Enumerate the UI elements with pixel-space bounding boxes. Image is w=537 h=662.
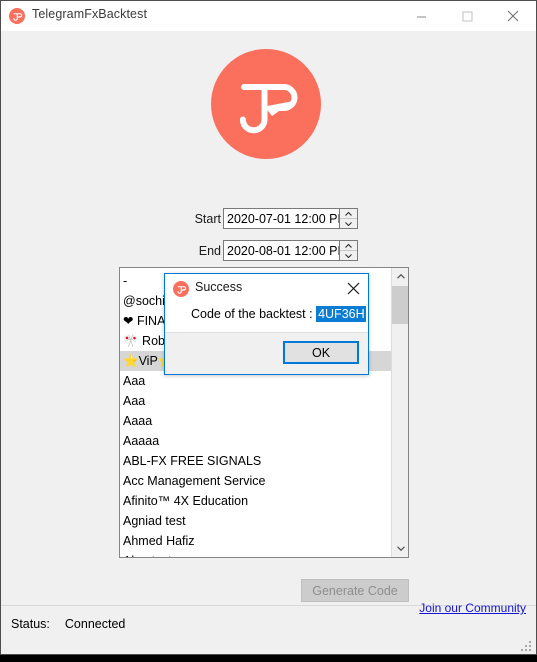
success-dialog: Success Code of the backtest : 4UF36H OK <box>164 273 369 375</box>
end-date-value: 2020-08-01 12:00 PM <box>227 244 339 258</box>
channel-list-scrollbar[interactable] <box>391 268 408 557</box>
chevron-down-icon[interactable] <box>340 251 357 260</box>
scroll-up-arrow-icon[interactable] <box>392 268 408 285</box>
chevron-up-icon[interactable] <box>340 209 357 219</box>
start-date-stepper[interactable] <box>339 209 357 228</box>
close-button[interactable] <box>490 1 536 31</box>
list-item[interactable]: Acc Management Service <box>120 471 391 491</box>
dialog-message: Code of the backtest : 4UF36H <box>191 306 366 322</box>
minimize-button[interactable] <box>398 1 444 31</box>
start-date-value: 2020-07-01 12:00 PM <box>227 212 339 226</box>
window-title: TelegramFxBacktest <box>32 7 148 21</box>
list-item[interactable]: Aaa <box>120 391 391 411</box>
app-logo-icon <box>9 8 25 24</box>
dialog-title: Success <box>195 280 243 294</box>
generate-code-button[interactable]: Generate Code <box>301 579 409 602</box>
scrollbar-thumb[interactable] <box>392 286 408 324</box>
dialog-ok-button[interactable]: OK <box>283 341 359 364</box>
list-item[interactable]: Aaaaa <box>120 431 391 451</box>
maximize-button[interactable] <box>444 1 490 31</box>
chevron-down-icon[interactable] <box>340 219 357 228</box>
list-item[interactable]: Ahmed Hafiz <box>120 531 391 551</box>
status-bar: Status: Connected Join our Community <box>1 601 536 654</box>
list-item[interactable]: Alan test <box>120 551 391 557</box>
dialog-close-button[interactable] <box>340 276 366 300</box>
status-text: Status: Connected <box>11 617 125 631</box>
dialog-titlebar: Success <box>165 274 368 303</box>
list-item[interactable]: Aaaa <box>120 411 391 431</box>
app-logo-icon <box>173 281 189 297</box>
brand-logo <box>211 49 321 159</box>
resize-grip-icon[interactable] <box>521 640 533 652</box>
application-window: TelegramFxBacktest Start 2020-07-01 12:0… <box>0 0 537 655</box>
chevron-up-icon[interactable] <box>340 241 357 251</box>
dialog-footer: OK <box>165 332 368 374</box>
end-date-label: End <box>198 244 221 258</box>
end-date-stepper[interactable] <box>339 241 357 260</box>
end-date-input[interactable]: 2020-08-01 12:00 PM <box>223 240 358 261</box>
scroll-down-arrow-icon[interactable] <box>392 540 408 557</box>
window-controls <box>398 1 536 31</box>
dialog-message-prefix: Code of the backtest : <box>191 307 317 321</box>
status-label: Status: <box>11 617 50 631</box>
list-item[interactable]: Afinito™ 4X Education <box>120 491 391 511</box>
window-titlebar: TelegramFxBacktest <box>1 1 536 31</box>
backtest-code-value[interactable]: 4UF36H <box>316 306 366 322</box>
list-item[interactable]: ABL-FX FREE SIGNALS <box>120 451 391 471</box>
dialog-body: Code of the backtest : 4UF36H <box>165 303 368 335</box>
telegram-fx-logo-icon <box>211 49 321 159</box>
list-item[interactable]: Agniad test <box>120 511 391 531</box>
status-value: Connected <box>64 617 126 631</box>
start-date-label: Start <box>194 212 221 226</box>
join-community-link[interactable]: Join our Community <box>419 601 526 615</box>
start-date-input[interactable]: 2020-07-01 12:00 PM <box>223 208 358 229</box>
